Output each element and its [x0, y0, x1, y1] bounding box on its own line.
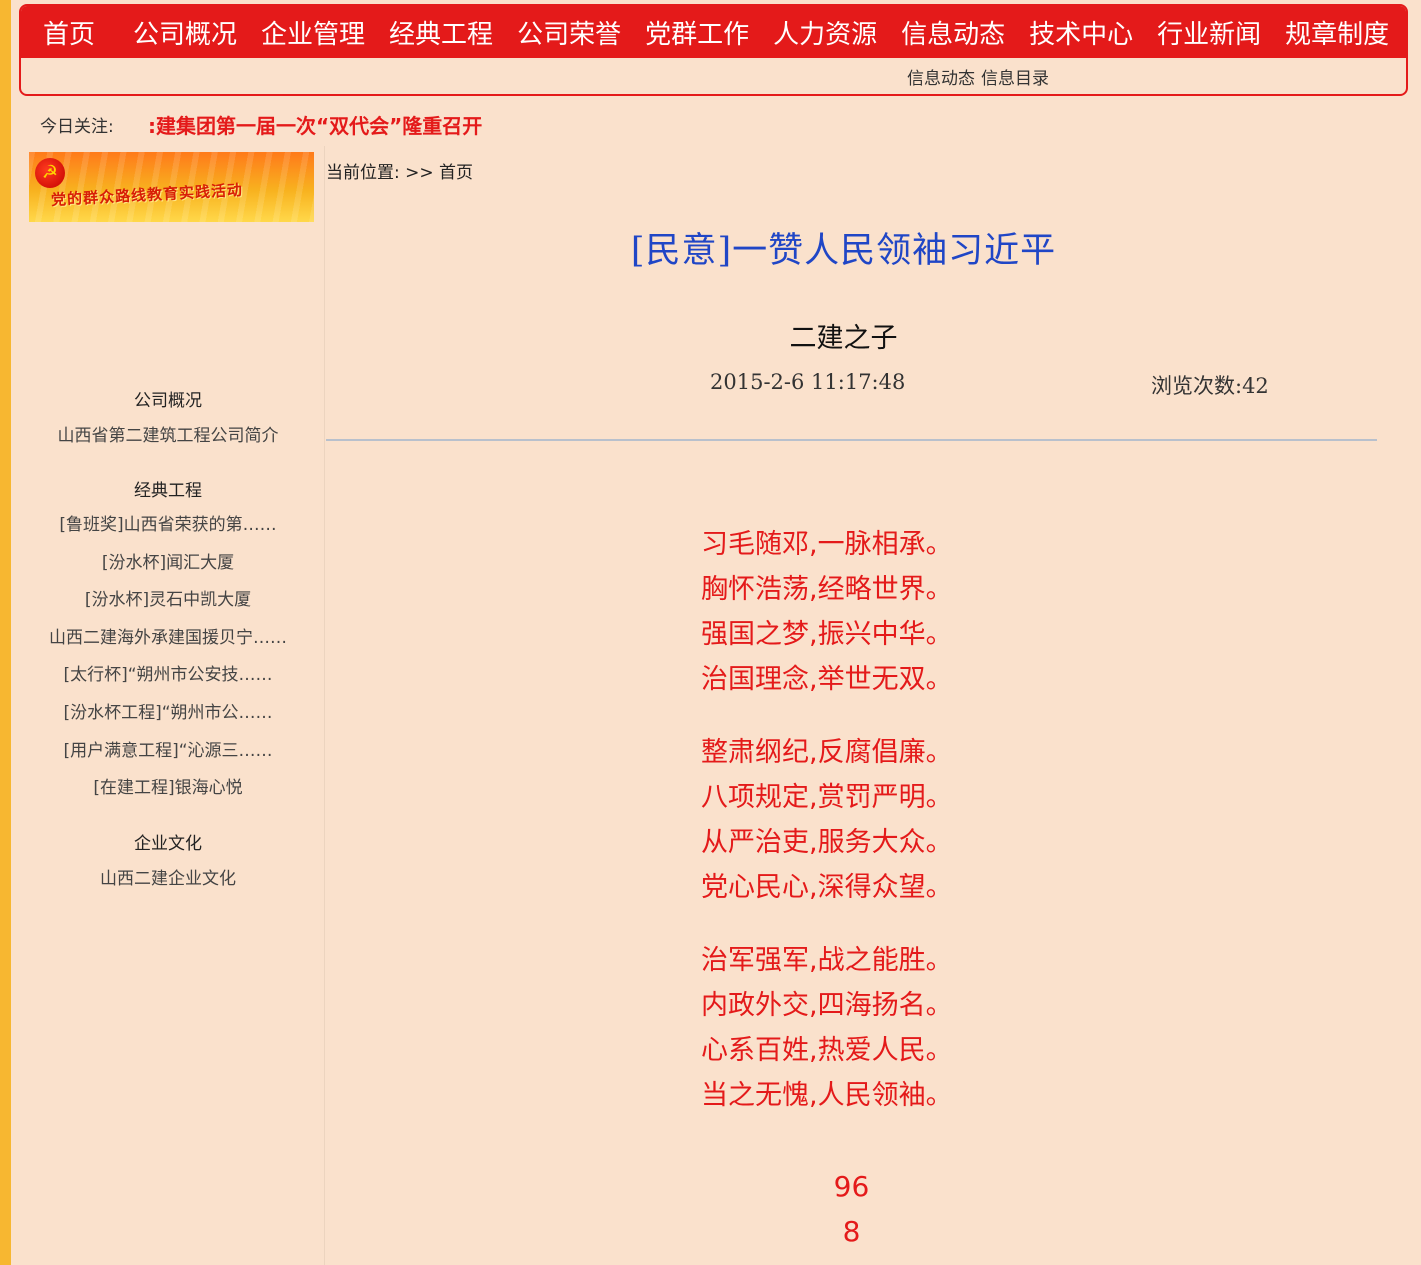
- nav-home[interactable]: 首页: [43, 14, 95, 51]
- sidebar-section-title: 经典工程: [134, 481, 202, 501]
- sidebar-section-corporate-culture: 企业文化 山西二建企业文化: [11, 829, 325, 889]
- poem-line: 强国之梦,振兴中华。: [701, 619, 953, 650]
- breadcrumb-label: 当前位置:: [326, 163, 400, 183]
- nav-industry-news[interactable]: 行业新闻: [1157, 14, 1261, 51]
- party-emblem-icon: ☭: [35, 158, 65, 188]
- nav-human-resources[interactable]: 人力资源: [773, 14, 877, 51]
- sidebar-section-classic-projects: 经典工程 [鲁班奖]山西省荣获的第…… [汾水杯]闻汇大厦 [汾水杯]灵石中凯大…: [11, 476, 325, 814]
- poem-stanza: 习毛随邓,一脉相承。 胸怀浩荡,经略世界。 强国之梦,振兴中华。 治国理念,举世…: [701, 524, 953, 704]
- article-title: [民意]一赞人民领袖习近平: [630, 231, 1057, 271]
- top-navigation: 首页 公司概况 企业管理 经典工程 公司荣誉 党群工作 人力资源 信息动态 技术…: [19, 4, 1408, 96]
- sidebar-link[interactable]: 山西二建海外承建国援贝宁……: [11, 626, 325, 664]
- poem-line: 党心民心,深得众望。: [701, 872, 953, 903]
- sidebar-link[interactable]: 山西二建企业文化: [11, 864, 325, 889]
- poem-line: 内政外交,四海扬名。: [701, 990, 953, 1021]
- nav-tech-center[interactable]: 技术中心: [1029, 14, 1133, 51]
- sidebar-link[interactable]: [汾水杯]灵石中凯大厦: [11, 588, 325, 626]
- sidebar-section-company-overview: 公司概况 山西省第二建筑工程公司简介: [11, 386, 325, 446]
- sidebar-link[interactable]: [汾水杯工程]“朔州市公……: [11, 701, 325, 739]
- footer-number: 96: [833, 1170, 870, 1203]
- sidebar-link[interactable]: 山西省第二建筑工程公司简介: [11, 421, 325, 446]
- poem-stanza: 整肃纲纪,反腐倡廉。 八项规定,赏罚严明。 从严治吏,服务大众。 党心民心,深得…: [701, 732, 953, 912]
- sidebar-section-title: 公司概况: [134, 391, 202, 411]
- sub-navigation: 信息动态 信息目录: [907, 64, 1055, 89]
- nav-classic-projects[interactable]: 经典工程: [389, 14, 493, 51]
- nav-news[interactable]: 信息动态: [901, 14, 1005, 51]
- nav-enterprise-management[interactable]: 企业管理: [261, 14, 365, 51]
- sidebar-link[interactable]: [太行杯]“朔州市公安技……: [11, 663, 325, 701]
- poem-line: 八项规定,赏罚严明。: [701, 782, 953, 813]
- poem-line: 整肃纲纪,反腐倡廉。: [701, 737, 953, 768]
- today-focus-headline[interactable]: :建集团第一届一次“双代会”隆重召开: [148, 110, 482, 139]
- poem-line: 当之无愧,人民领袖。: [701, 1080, 953, 1111]
- article-date: 2015-2-6 11:17:48: [710, 370, 906, 394]
- sidebar-link[interactable]: [鲁班奖]山西省荣获的第……: [11, 513, 325, 551]
- article-view-count: 浏览次数:42: [1151, 374, 1269, 398]
- breadcrumb-home[interactable]: 首页: [439, 163, 473, 183]
- sidebar-link[interactable]: [在建工程]银海心悦: [11, 776, 325, 814]
- nav-party-work[interactable]: 党群工作: [645, 14, 749, 51]
- footer-number: 8: [842, 1215, 861, 1248]
- nav-company-overview[interactable]: 公司概况: [133, 14, 237, 51]
- sidebar: ☭ 党的群众路线教育实践活动 公司概况 山西省第二建筑工程公司简介 经典工程 […: [11, 146, 325, 1265]
- divider: [326, 439, 1377, 441]
- poem-line: 治国理念,举世无双。: [701, 664, 953, 695]
- page: 首页 公司概况 企业管理 经典工程 公司荣誉 党群工作 人力资源 信息动态 技术…: [11, 0, 1421, 1265]
- party-campaign-banner[interactable]: ☭ 党的群众路线教育实践活动: [29, 152, 314, 222]
- breadcrumb-separator: >>: [405, 163, 434, 183]
- sidebar-section-title: 企业文化: [134, 834, 202, 854]
- sidebar-link[interactable]: [用户满意工程]“沁源三……: [11, 739, 325, 777]
- article-body: 习毛随邓,一脉相承。 胸怀浩荡,经略世界。 强国之梦,振兴中华。 治国理念,举世…: [701, 524, 953, 1148]
- poem-line: 习毛随邓,一脉相承。: [701, 529, 953, 560]
- poem-stanza: 治军强军,战之能胜。 内政外交,四海扬名。 心系百姓,热爱人民。 当之无愧,人民…: [701, 940, 953, 1120]
- subnav-info-directory[interactable]: 信息目录: [981, 69, 1049, 89]
- article-author: 二建之子: [789, 323, 898, 354]
- nav-bar: 首页 公司概况 企业管理 经典工程 公司荣誉 党群工作 人力资源 信息动态 技术…: [21, 6, 1406, 58]
- poem-line: 心系百姓,热爱人民。: [701, 1035, 953, 1066]
- subnav-news[interactable]: 信息动态: [907, 69, 975, 89]
- poem-line: 胸怀浩荡,经略世界。: [701, 574, 953, 605]
- breadcrumb: 当前位置: >> 首页: [326, 158, 473, 183]
- sidebar-link[interactable]: [汾水杯]闻汇大厦: [11, 551, 325, 589]
- nav-regulations[interactable]: 规章制度: [1285, 14, 1389, 51]
- nav-company-honors[interactable]: 公司荣誉: [517, 14, 621, 51]
- poem-line: 治军强军,战之能胜。: [701, 945, 953, 976]
- today-focus-label: 今日关注:: [40, 117, 114, 137]
- poem-line: 从严治吏,服务大众。: [701, 827, 953, 858]
